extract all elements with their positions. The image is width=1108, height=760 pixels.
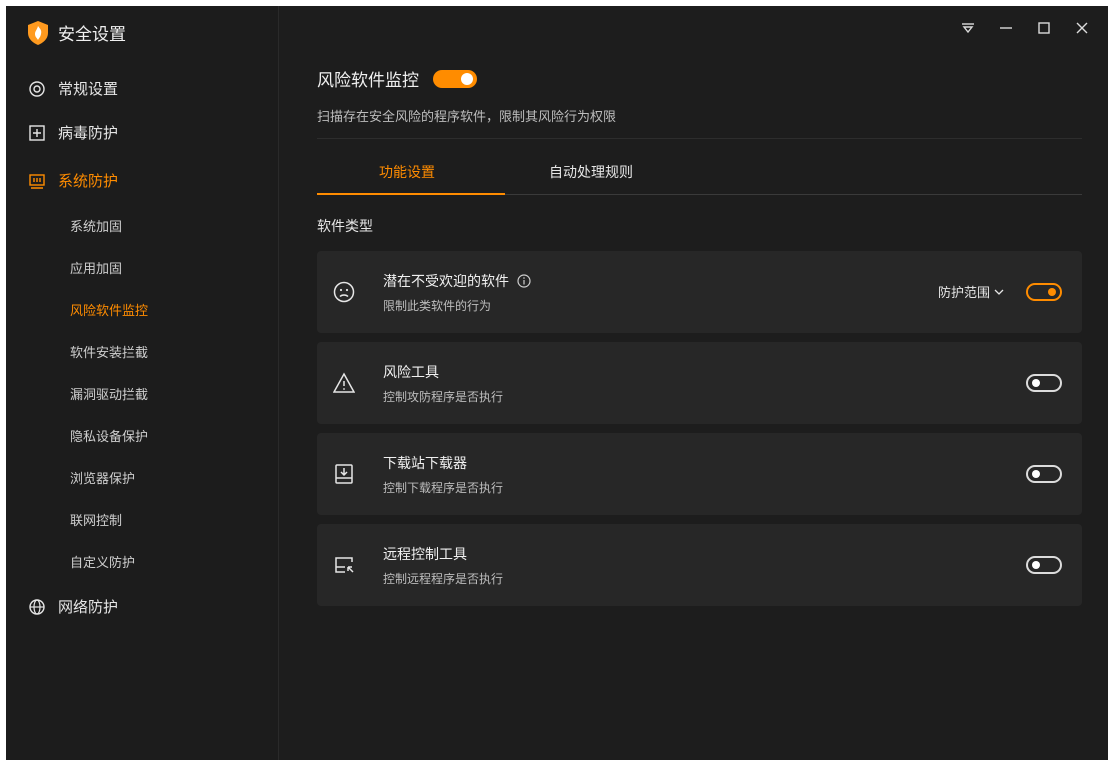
card-description: 控制攻防程序是否执行 xyxy=(383,390,504,404)
app-window: 安全设置 常规设置 病毒防护 系统防护 系统加固 应用加固 风险软件监控 软件安… xyxy=(6,6,1108,760)
globe-icon xyxy=(28,598,46,616)
sidebar-group-virus[interactable]: 病毒防护 xyxy=(28,122,118,143)
sidebar-item-system-hardening[interactable]: 系统加固 xyxy=(70,216,122,235)
sidebar-group-label: 病毒防护 xyxy=(58,124,119,142)
info-icon[interactable] xyxy=(517,274,531,288)
window-controls xyxy=(960,20,1090,36)
card-description: 控制远程程序是否执行 xyxy=(383,572,504,586)
card-toggle[interactable] xyxy=(1026,465,1062,483)
card-title: 下载站下载器 xyxy=(383,456,467,472)
master-toggle[interactable] xyxy=(433,69,477,88)
card-toggle[interactable] xyxy=(1026,374,1062,392)
system-shield-icon xyxy=(28,172,46,190)
shield-logo-icon xyxy=(28,20,48,45)
dropdown-menu-icon[interactable] xyxy=(960,20,976,36)
download-box-icon xyxy=(333,463,355,485)
remote-screen-icon xyxy=(333,554,355,576)
sidebar-item-network-control[interactable]: 联网控制 xyxy=(70,510,122,529)
maximize-icon[interactable] xyxy=(1036,20,1052,36)
main-panel: 风险软件监控 扫描存在安全风险的程序软件，限制其风险行为权限 功能设置 自动处理… xyxy=(279,6,1108,760)
app-title: 安全设置 xyxy=(58,25,126,45)
section-title: 软件类型 xyxy=(317,219,373,235)
card-description: 限制此类软件的行为 xyxy=(383,299,492,313)
tab-active-indicator xyxy=(317,193,505,195)
minimize-icon[interactable] xyxy=(998,20,1014,36)
sidebar-item-driver-block[interactable]: 漏洞驱动拦截 xyxy=(70,384,148,403)
page-title: 风险软件监控 xyxy=(317,66,477,91)
sidebar-group-label: 网络防护 xyxy=(58,598,119,616)
divider xyxy=(317,138,1082,139)
software-type-card: 下载站下载器 控制下载程序是否执行 xyxy=(317,433,1082,515)
tab-auto-rules[interactable]: 自动处理规则 xyxy=(549,162,633,182)
tab-bar: 功能设置 自动处理规则 xyxy=(317,156,1082,195)
scope-label: 防护范围 xyxy=(937,286,990,301)
sidebar-item-browser-protection[interactable]: 浏览器保护 xyxy=(70,468,135,487)
software-type-card: 远程控制工具 控制远程程序是否执行 xyxy=(317,524,1082,606)
software-type-card: 风险工具 控制攻防程序是否执行 xyxy=(317,342,1082,424)
settings-circle-icon xyxy=(28,80,46,98)
chevron-down-icon xyxy=(994,288,1004,296)
warning-triangle-icon xyxy=(332,372,356,394)
sidebar: 安全设置 常规设置 病毒防护 系统防护 系统加固 应用加固 风险软件监控 软件安… xyxy=(6,6,279,760)
card-title: 远程控制工具 xyxy=(383,547,467,563)
brand: 安全设置 xyxy=(28,20,126,45)
sidebar-item-app-hardening[interactable]: 应用加固 xyxy=(70,258,122,277)
protection-scope-dropdown[interactable]: 防护范围 xyxy=(938,282,1004,301)
card-toggle[interactable] xyxy=(1026,556,1062,574)
card-title-text: 潜在不受欢迎的软件 xyxy=(383,274,509,290)
card-title: 风险工具 xyxy=(383,365,439,381)
card-toggle[interactable] xyxy=(1026,283,1062,301)
sad-face-icon xyxy=(333,281,355,303)
plus-box-icon xyxy=(28,124,46,142)
card-title: 潜在不受欢迎的软件 xyxy=(383,271,531,291)
sidebar-item-custom-protection[interactable]: 自定义防护 xyxy=(70,552,135,571)
sidebar-item-risk-software[interactable]: 风险软件监控 xyxy=(70,300,148,319)
sidebar-group-system[interactable]: 系统防护 xyxy=(28,170,118,191)
card-description: 控制下载程序是否执行 xyxy=(383,481,504,495)
sidebar-item-privacy-device[interactable]: 隐私设备保护 xyxy=(70,426,148,445)
tab-feature-settings[interactable]: 功能设置 xyxy=(379,162,435,182)
page-title-text: 风险软件监控 xyxy=(317,71,419,91)
software-type-card: 潜在不受欢迎的软件 限制此类软件的行为 防护范围 xyxy=(317,251,1082,333)
sidebar-group-label: 常规设置 xyxy=(58,80,119,98)
sidebar-group-label: 系统防护 xyxy=(58,172,119,190)
sidebar-group-network[interactable]: 网络防护 xyxy=(28,596,118,617)
close-icon[interactable] xyxy=(1074,20,1090,36)
sidebar-item-install-block[interactable]: 软件安装拦截 xyxy=(70,342,148,361)
sidebar-group-general[interactable]: 常规设置 xyxy=(28,78,118,99)
page-description: 扫描存在安全风险的程序软件，限制其风险行为权限 xyxy=(317,110,617,125)
